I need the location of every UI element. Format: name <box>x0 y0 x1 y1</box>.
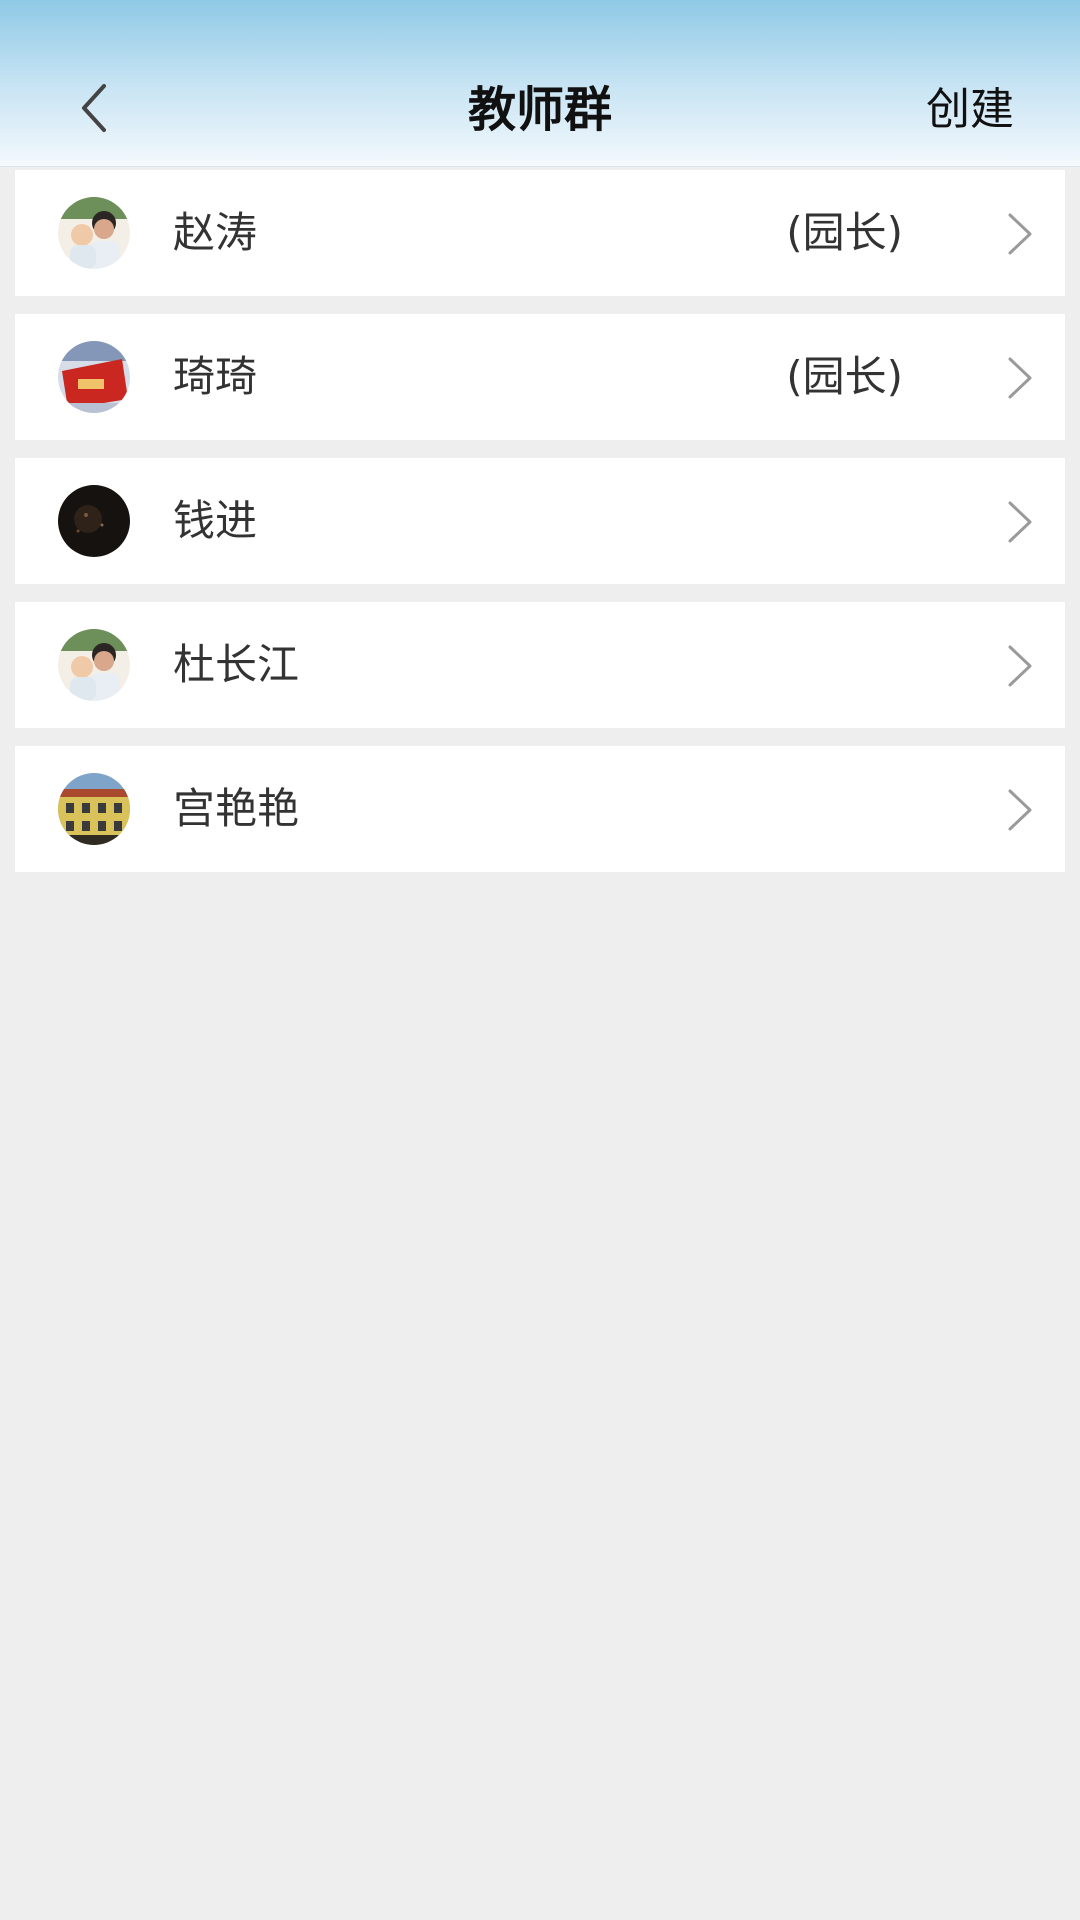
chevron-right-icon <box>1008 645 1032 687</box>
back-button[interactable] <box>62 68 126 148</box>
member-name: 赵涛 <box>173 208 258 257</box>
member-name: 琦琦 <box>173 352 258 401</box>
page-title: 教师群 <box>467 82 612 138</box>
chevron-right-icon <box>1008 357 1032 399</box>
avatar <box>58 773 130 845</box>
list-item[interactable]: 钱进 <box>15 458 1065 584</box>
app-header: 教师群 创建 <box>0 0 1080 167</box>
avatar <box>58 629 130 701</box>
member-name: 宫艳艳 <box>173 784 300 833</box>
chevron-right-icon <box>1008 501 1032 543</box>
member-role: (园长) <box>786 208 903 257</box>
member-name: 杜长江 <box>173 640 300 689</box>
list-item[interactable]: 赵涛 (园长) <box>15 170 1065 296</box>
chevron-right-icon <box>1008 213 1032 255</box>
list-item[interactable]: 杜长江 <box>15 602 1065 728</box>
chevron-right-icon <box>1008 789 1032 831</box>
chevron-left-icon <box>82 84 106 132</box>
avatar <box>58 485 130 557</box>
member-role: (园长) <box>786 352 903 401</box>
list-item[interactable]: 宫艳艳 <box>15 746 1065 872</box>
list-item[interactable]: 琦琦 (园长) <box>15 314 1065 440</box>
avatar <box>58 197 130 269</box>
create-button[interactable]: 创建 <box>926 70 1014 150</box>
member-name: 钱进 <box>173 496 258 545</box>
avatar <box>58 341 130 413</box>
teacher-list: 赵涛 (园长) 琦琦 (园长) 钱进 杜长江 宫艳艳 <box>15 170 1065 890</box>
